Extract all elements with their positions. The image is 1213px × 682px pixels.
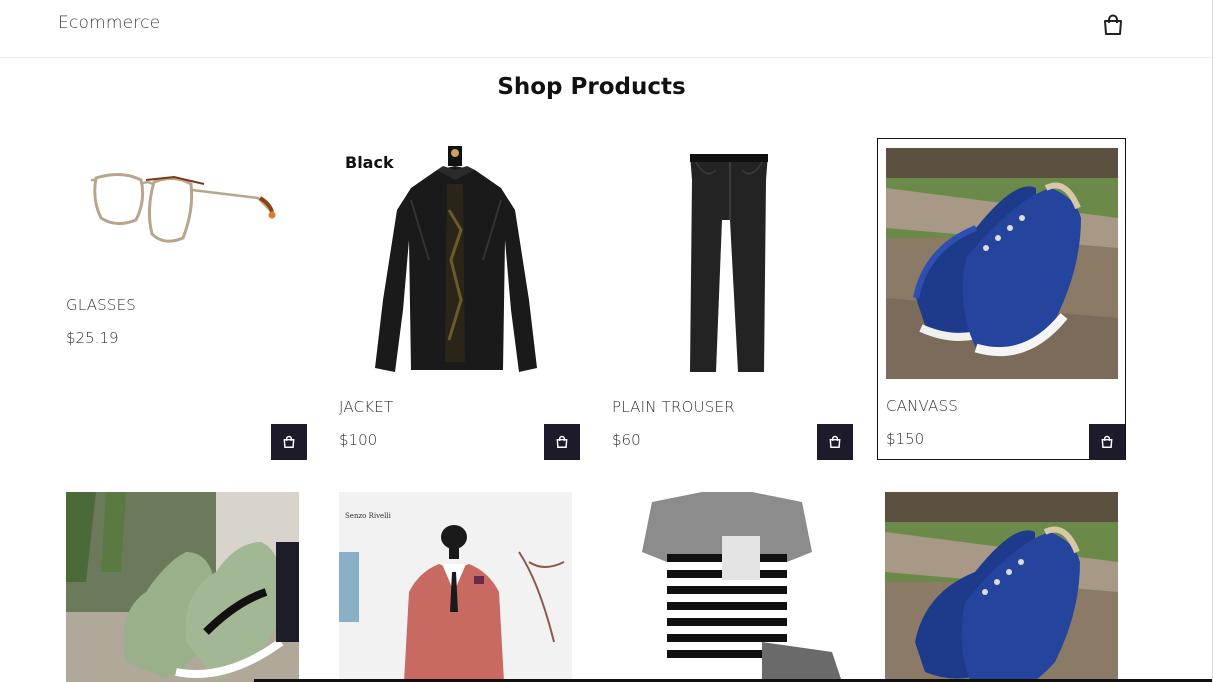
- product-image[interactable]: [66, 492, 299, 682]
- product-image[interactable]: [66, 140, 299, 280]
- product-card[interactable]: [66, 492, 299, 682]
- product-price: $150: [886, 430, 925, 448]
- product-image[interactable]: Black: [339, 140, 572, 380]
- product-card[interactable]: CANVASS $150: [877, 138, 1126, 460]
- shopping-bag-icon: [556, 435, 568, 448]
- product-price: $60: [612, 431, 641, 449]
- product-name[interactable]: JACKET: [339, 398, 393, 416]
- product-image[interactable]: [886, 148, 1118, 379]
- product-price: $25.19: [66, 329, 119, 347]
- image-label: Black: [345, 153, 394, 172]
- product-card[interactable]: Senzo Rivelli: [339, 492, 572, 682]
- shopping-bag-icon: [829, 435, 841, 448]
- shopping-bag-icon: [1101, 435, 1113, 448]
- shopping-bag-icon[interactable]: [1101, 13, 1125, 37]
- page-title: Shop Products: [497, 74, 686, 100]
- shopping-bag-icon: [283, 435, 295, 448]
- product-card[interactable]: [612, 492, 845, 682]
- product-image[interactable]: Senzo Rivelli: [339, 492, 572, 682]
- add-to-cart-button[interactable]: [544, 424, 580, 460]
- product-image[interactable]: [612, 492, 845, 682]
- product-name[interactable]: CANVASS: [886, 397, 958, 415]
- add-to-cart-button[interactable]: [271, 424, 307, 460]
- product-card[interactable]: [885, 492, 1118, 682]
- product-card[interactable]: Black JACKET $100: [339, 140, 580, 460]
- product-name[interactable]: GLASSES: [66, 296, 136, 314]
- product-image[interactable]: [612, 140, 845, 380]
- product-name[interactable]: PLAIN TROUSER: [612, 398, 735, 416]
- product-card[interactable]: GLASSES $25.19: [66, 140, 307, 460]
- brand-logo[interactable]: Ecommerce: [58, 13, 160, 33]
- image-label: Senzo Rivelli: [345, 512, 392, 520]
- product-image[interactable]: [885, 492, 1118, 682]
- product-price: $100: [339, 431, 378, 449]
- top-navbar: Ecommerce: [0, 0, 1213, 58]
- product-card[interactable]: PLAIN TROUSER $60: [612, 140, 853, 460]
- add-to-cart-button[interactable]: [1089, 424, 1125, 460]
- add-to-cart-button[interactable]: [817, 424, 853, 460]
